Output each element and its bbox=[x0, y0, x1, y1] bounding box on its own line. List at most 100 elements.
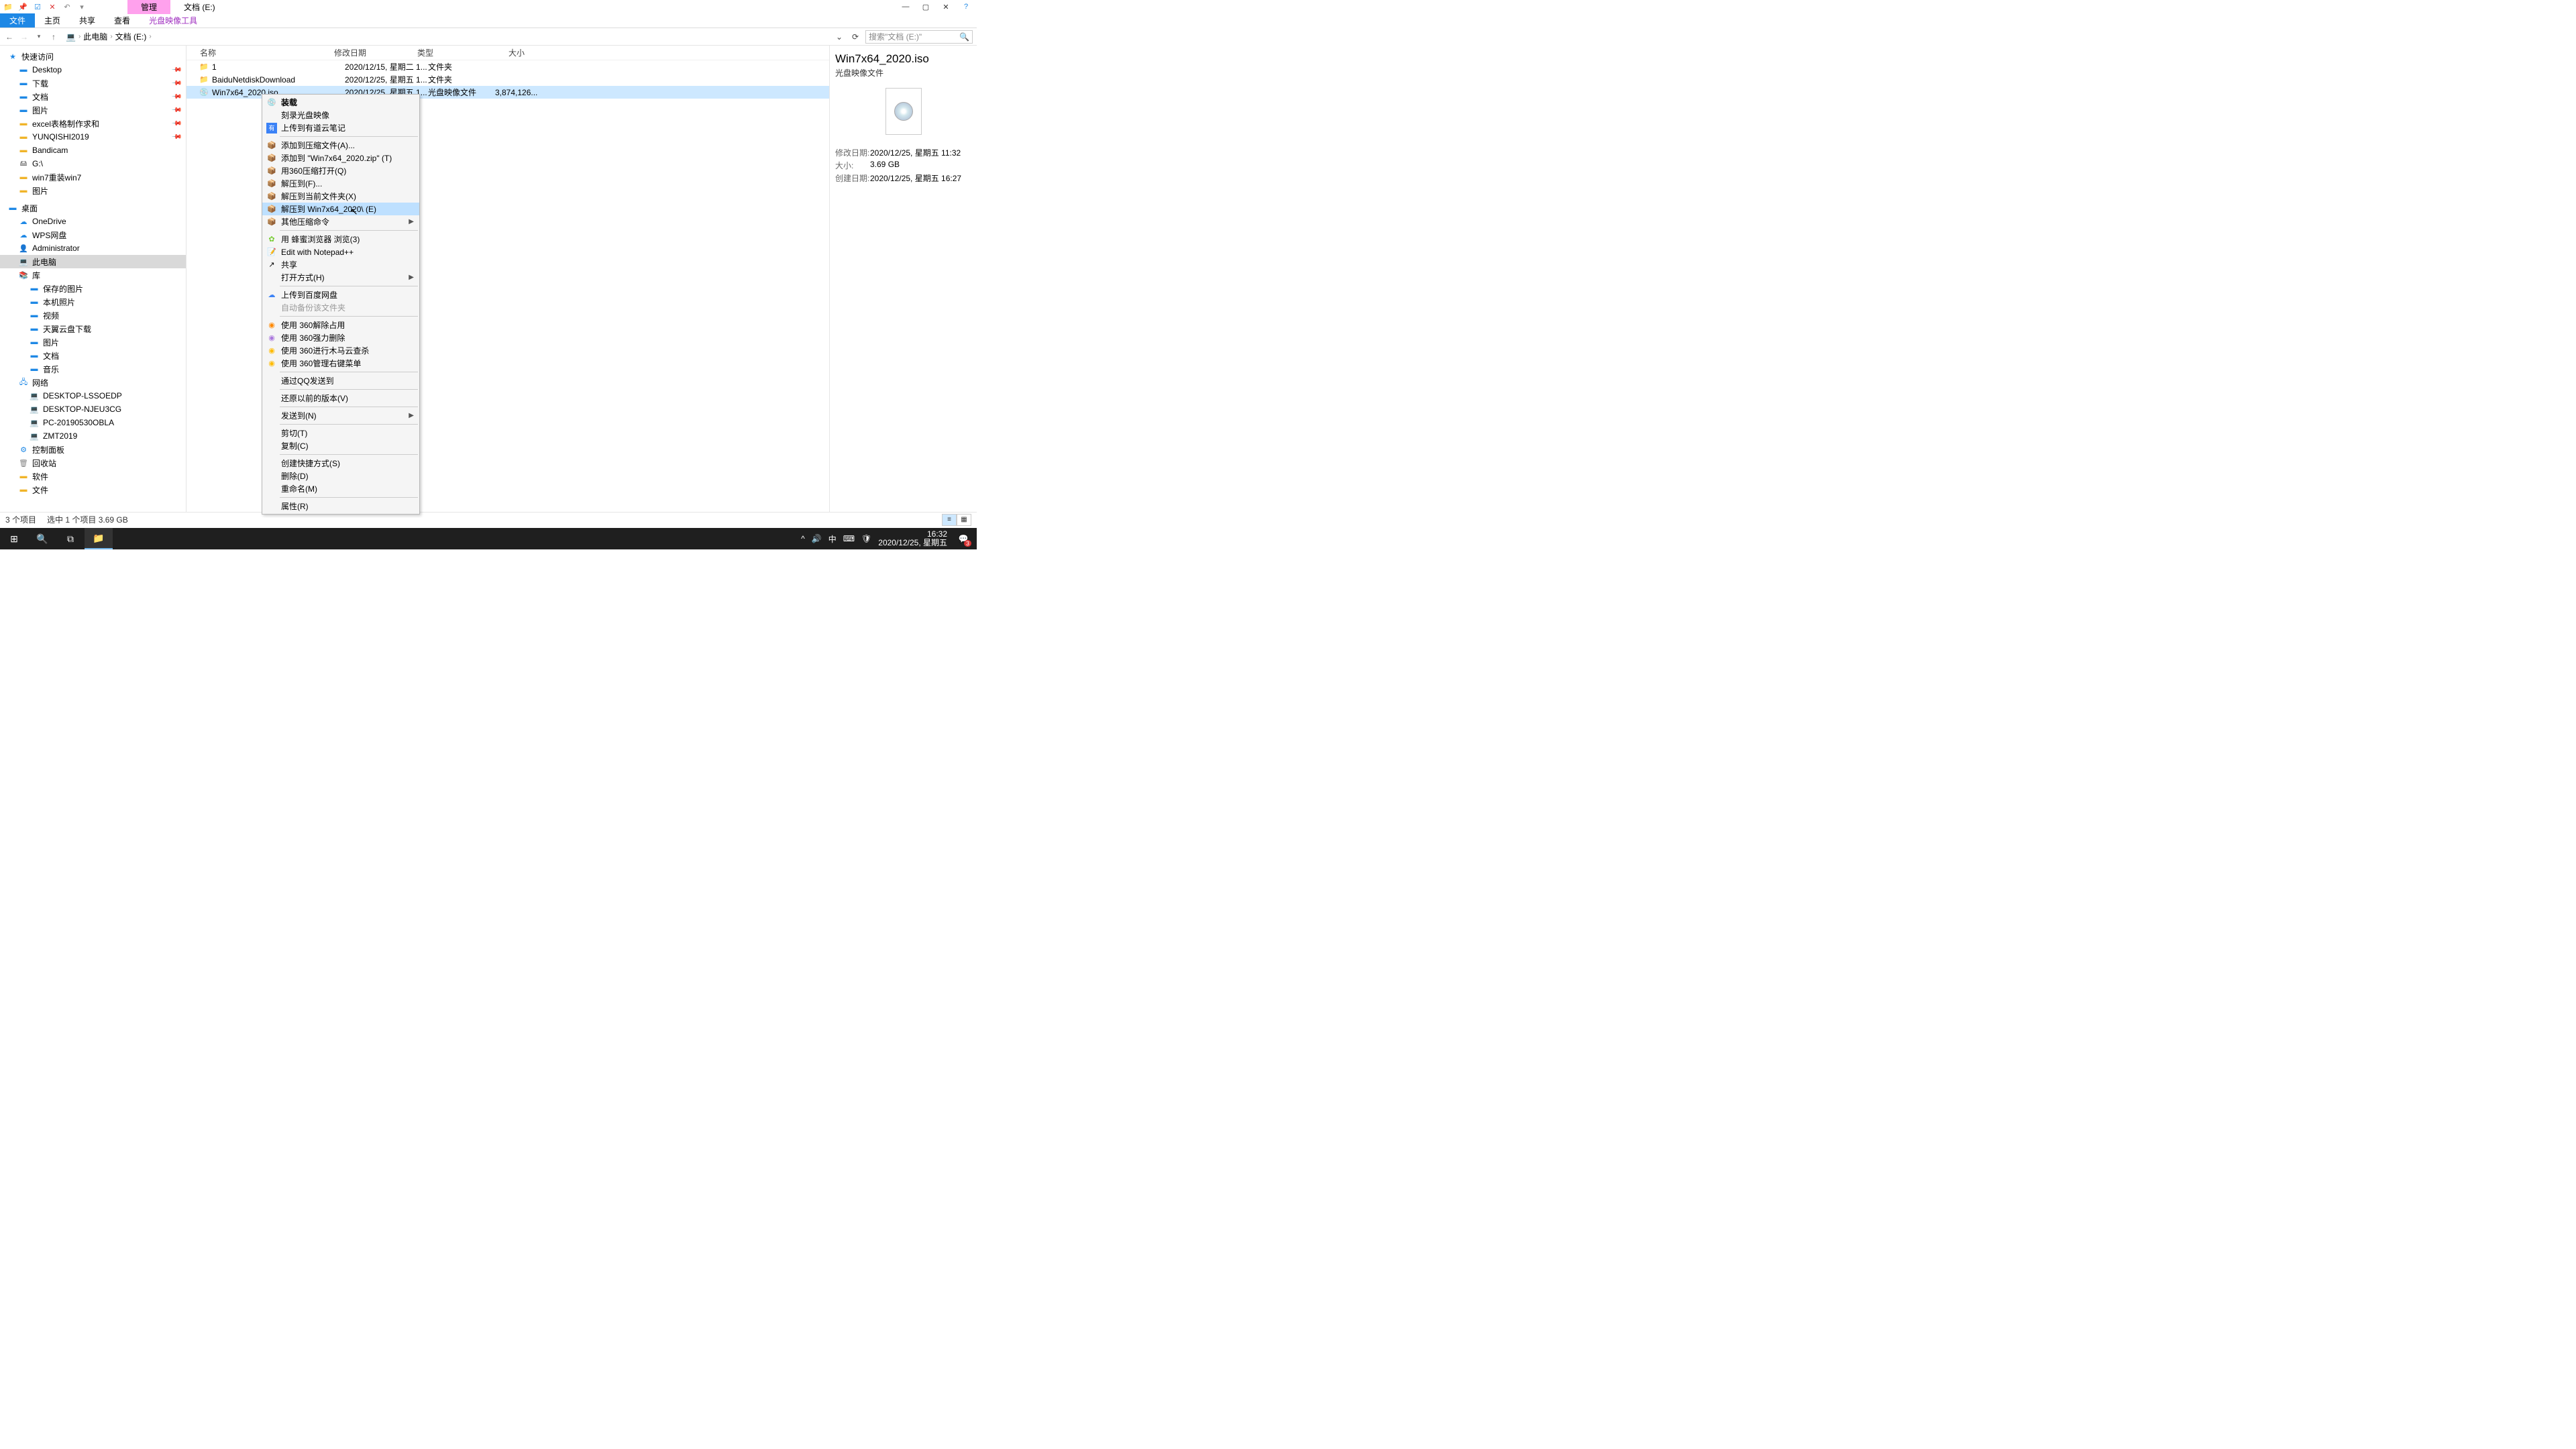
tree-item[interactable]: 文档 bbox=[43, 350, 59, 362]
minimize-button[interactable]: — bbox=[900, 1, 911, 12]
tree-item[interactable]: 图片 bbox=[32, 105, 48, 116]
tree-item[interactable]: OneDrive bbox=[32, 217, 66, 226]
ctx-restore[interactable]: 还原以前的版本(V) bbox=[262, 392, 419, 405]
qat-pin-icon[interactable]: 📌 bbox=[17, 1, 28, 12]
ribbon-disc-tool[interactable]: 光盘映像工具 bbox=[140, 13, 207, 28]
ctx-add-zip[interactable]: 📦添加到 "Win7x64_2020.zip" (T) bbox=[262, 152, 419, 164]
col-name[interactable]: 名称 bbox=[186, 47, 334, 58]
search-button[interactable]: 🔍 bbox=[28, 528, 56, 549]
tree-desktop[interactable]: 桌面 bbox=[21, 203, 38, 214]
tree-item[interactable]: DESKTOP-LSSOEDP bbox=[43, 391, 122, 400]
addr-dropdown[interactable]: ⌄ bbox=[833, 32, 845, 42]
ctx-extract-named[interactable]: 📦解压到 Win7x64_2020\ (E) bbox=[262, 203, 419, 215]
tree-item[interactable]: 天翼云盘下载 bbox=[43, 323, 91, 335]
tree-item[interactable]: WPS网盘 bbox=[32, 229, 66, 241]
ctx-other-zip[interactable]: 📦其他压缩命令▶ bbox=[262, 215, 419, 228]
clock[interactable]: 16:32 2020/12/25, 星期五 bbox=[878, 530, 947, 547]
ctx-cut[interactable]: 剪切(T) bbox=[262, 427, 419, 439]
ctx-shortcut[interactable]: 创建快捷方式(S) bbox=[262, 457, 419, 470]
col-size[interactable]: 大小 bbox=[484, 47, 538, 58]
tree-quick-access[interactable]: 快速访问 bbox=[21, 51, 54, 62]
keyboard-icon[interactable]: ⌨ bbox=[843, 534, 855, 543]
taskbar[interactable]: ⊞ 🔍 ⧉ 📁 ^ 🔊 中 ⌨ 🛡 16:32 2020/12/25, 星期五 … bbox=[0, 528, 977, 549]
ctx-baidu[interactable]: ☁上传到百度网盘 bbox=[262, 288, 419, 301]
ime-indicator[interactable]: 中 bbox=[828, 533, 837, 545]
tree-this-pc[interactable]: 此电脑 bbox=[32, 256, 56, 268]
ctx-360-unlock[interactable]: ◉使用 360解除占用 bbox=[262, 319, 419, 331]
file-row[interactable]: 📁 1 2020/12/15, 星期二 1... 文件夹 bbox=[186, 60, 829, 73]
task-view-button[interactable]: ⧉ bbox=[56, 528, 85, 549]
ctx-add-archive[interactable]: 📦添加到压缩文件(A)... bbox=[262, 139, 419, 152]
ctx-open-with[interactable]: 打开方式(H)▶ bbox=[262, 271, 419, 284]
tree-item[interactable]: 图片 bbox=[32, 185, 48, 197]
ctx-360-trojan[interactable]: ◉使用 360进行木马云查杀 bbox=[262, 344, 419, 357]
crumb-root[interactable]: 此电脑 bbox=[83, 31, 107, 42]
nav-forward[interactable]: → bbox=[19, 32, 30, 42]
file-row[interactable]: 📁 BaiduNetdiskDownload 2020/12/25, 星期五 1… bbox=[186, 73, 829, 86]
tree-item[interactable]: 本机照片 bbox=[43, 297, 75, 308]
tree-item[interactable]: 音乐 bbox=[43, 364, 59, 375]
qat-dropdown-icon[interactable]: ▾ bbox=[76, 1, 87, 12]
tree-item[interactable]: 文件 bbox=[32, 484, 48, 496]
nav-tree[interactable]: ★快速访问 ▬Desktop📌 ▬下载📌 ▬文档📌 ▬图片📌 ▬excel表格制… bbox=[0, 46, 186, 512]
ribbon-home[interactable]: 主页 bbox=[35, 13, 70, 28]
tree-item[interactable]: 文档 bbox=[32, 91, 48, 103]
contextual-tab-manage[interactable]: 管理 bbox=[127, 0, 170, 14]
help-icon[interactable]: ? bbox=[961, 1, 971, 12]
col-type[interactable]: 类型 bbox=[417, 47, 484, 58]
notifications[interactable]: 💬3 bbox=[954, 529, 973, 548]
ctx-360-manager[interactable]: ◉使用 360管理右键菜单 bbox=[262, 357, 419, 370]
tree-item[interactable]: Administrator bbox=[32, 244, 80, 253]
ribbon-view[interactable]: 查看 bbox=[105, 13, 140, 28]
tray-expand[interactable]: ^ bbox=[801, 534, 805, 543]
ctx-youdao[interactable]: 有上传到有道云笔记 bbox=[262, 121, 419, 134]
tree-item[interactable]: G:\ bbox=[32, 159, 43, 168]
ctx-qq-send[interactable]: 通过QQ发送到 bbox=[262, 374, 419, 387]
tree-item[interactable]: Bandicam bbox=[32, 146, 68, 155]
ctx-delete[interactable]: 删除(D) bbox=[262, 470, 419, 482]
close-button[interactable]: ✕ bbox=[941, 1, 951, 12]
tree-item[interactable]: win7重装win7 bbox=[32, 172, 81, 183]
ctx-send-to[interactable]: 发送到(N)▶ bbox=[262, 409, 419, 422]
ctx-burn[interactable]: 刻录光盘映像 bbox=[262, 109, 419, 121]
ctx-share[interactable]: ↗共享 bbox=[262, 258, 419, 271]
nav-back[interactable]: ← bbox=[4, 32, 15, 42]
tree-item[interactable]: 回收站 bbox=[32, 458, 56, 469]
tree-item[interactable]: 软件 bbox=[32, 471, 48, 482]
ctx-properties[interactable]: 属性(R) bbox=[262, 500, 419, 513]
ctx-notepadpp[interactable]: 📝Edit with Notepad++ bbox=[262, 246, 419, 258]
refresh-button[interactable]: ⟳ bbox=[849, 32, 861, 42]
ctx-rename[interactable]: 重命名(M) bbox=[262, 482, 419, 495]
tree-item[interactable]: 视频 bbox=[43, 310, 59, 321]
qat-undo-icon[interactable]: ↶ bbox=[62, 1, 72, 12]
search-input[interactable]: 搜索"文档 (E:)" 🔍 bbox=[865, 30, 973, 44]
tree-item[interactable]: excel表格制作求和 bbox=[32, 118, 99, 129]
tree-item[interactable]: 保存的图片 bbox=[43, 283, 83, 294]
col-modified[interactable]: 修改日期 bbox=[334, 47, 417, 58]
crumb-loc[interactable]: 文档 (E:) bbox=[115, 31, 147, 42]
tree-item[interactable]: PC-20190530OBLA bbox=[43, 418, 114, 427]
view-icons[interactable]: ▦ bbox=[957, 514, 971, 526]
qat-checked-icon[interactable]: ☑ bbox=[32, 1, 43, 12]
tree-item[interactable]: 库 bbox=[32, 270, 40, 281]
tree-item[interactable]: 控制面板 bbox=[32, 444, 64, 455]
tree-network[interactable]: 网络 bbox=[32, 377, 48, 388]
start-button[interactable]: ⊞ bbox=[0, 528, 28, 549]
ctx-360-force[interactable]: ◉使用 360强力删除 bbox=[262, 331, 419, 344]
ctx-extract-to[interactable]: 📦解压到(F)... bbox=[262, 177, 419, 190]
volume-icon[interactable]: 🔊 bbox=[812, 534, 822, 543]
qat-delete-icon[interactable]: ✕ bbox=[47, 1, 58, 12]
ribbon-file[interactable]: 文件 bbox=[0, 13, 35, 28]
tree-item[interactable]: 图片 bbox=[43, 337, 59, 348]
ctx-bee-browser[interactable]: ✿用 蜂蜜浏览器 浏览(3) bbox=[262, 233, 419, 246]
maximize-button[interactable]: ▢ bbox=[920, 1, 931, 12]
ctx-copy[interactable]: 复制(C) bbox=[262, 439, 419, 452]
ctx-open-360zip[interactable]: 📦用360压缩打开(Q) bbox=[262, 164, 419, 177]
tree-item[interactable]: YUNQISHI2019 bbox=[32, 132, 89, 142]
nav-recent[interactable]: ▾ bbox=[34, 33, 44, 40]
tree-item[interactable]: DESKTOP-NJEU3CG bbox=[43, 405, 121, 414]
ribbon-share[interactable]: 共享 bbox=[70, 13, 105, 28]
shield-icon[interactable]: 🛡 bbox=[861, 534, 871, 543]
tree-item[interactable]: Desktop bbox=[32, 65, 62, 74]
view-details[interactable]: ≡ bbox=[942, 514, 957, 526]
